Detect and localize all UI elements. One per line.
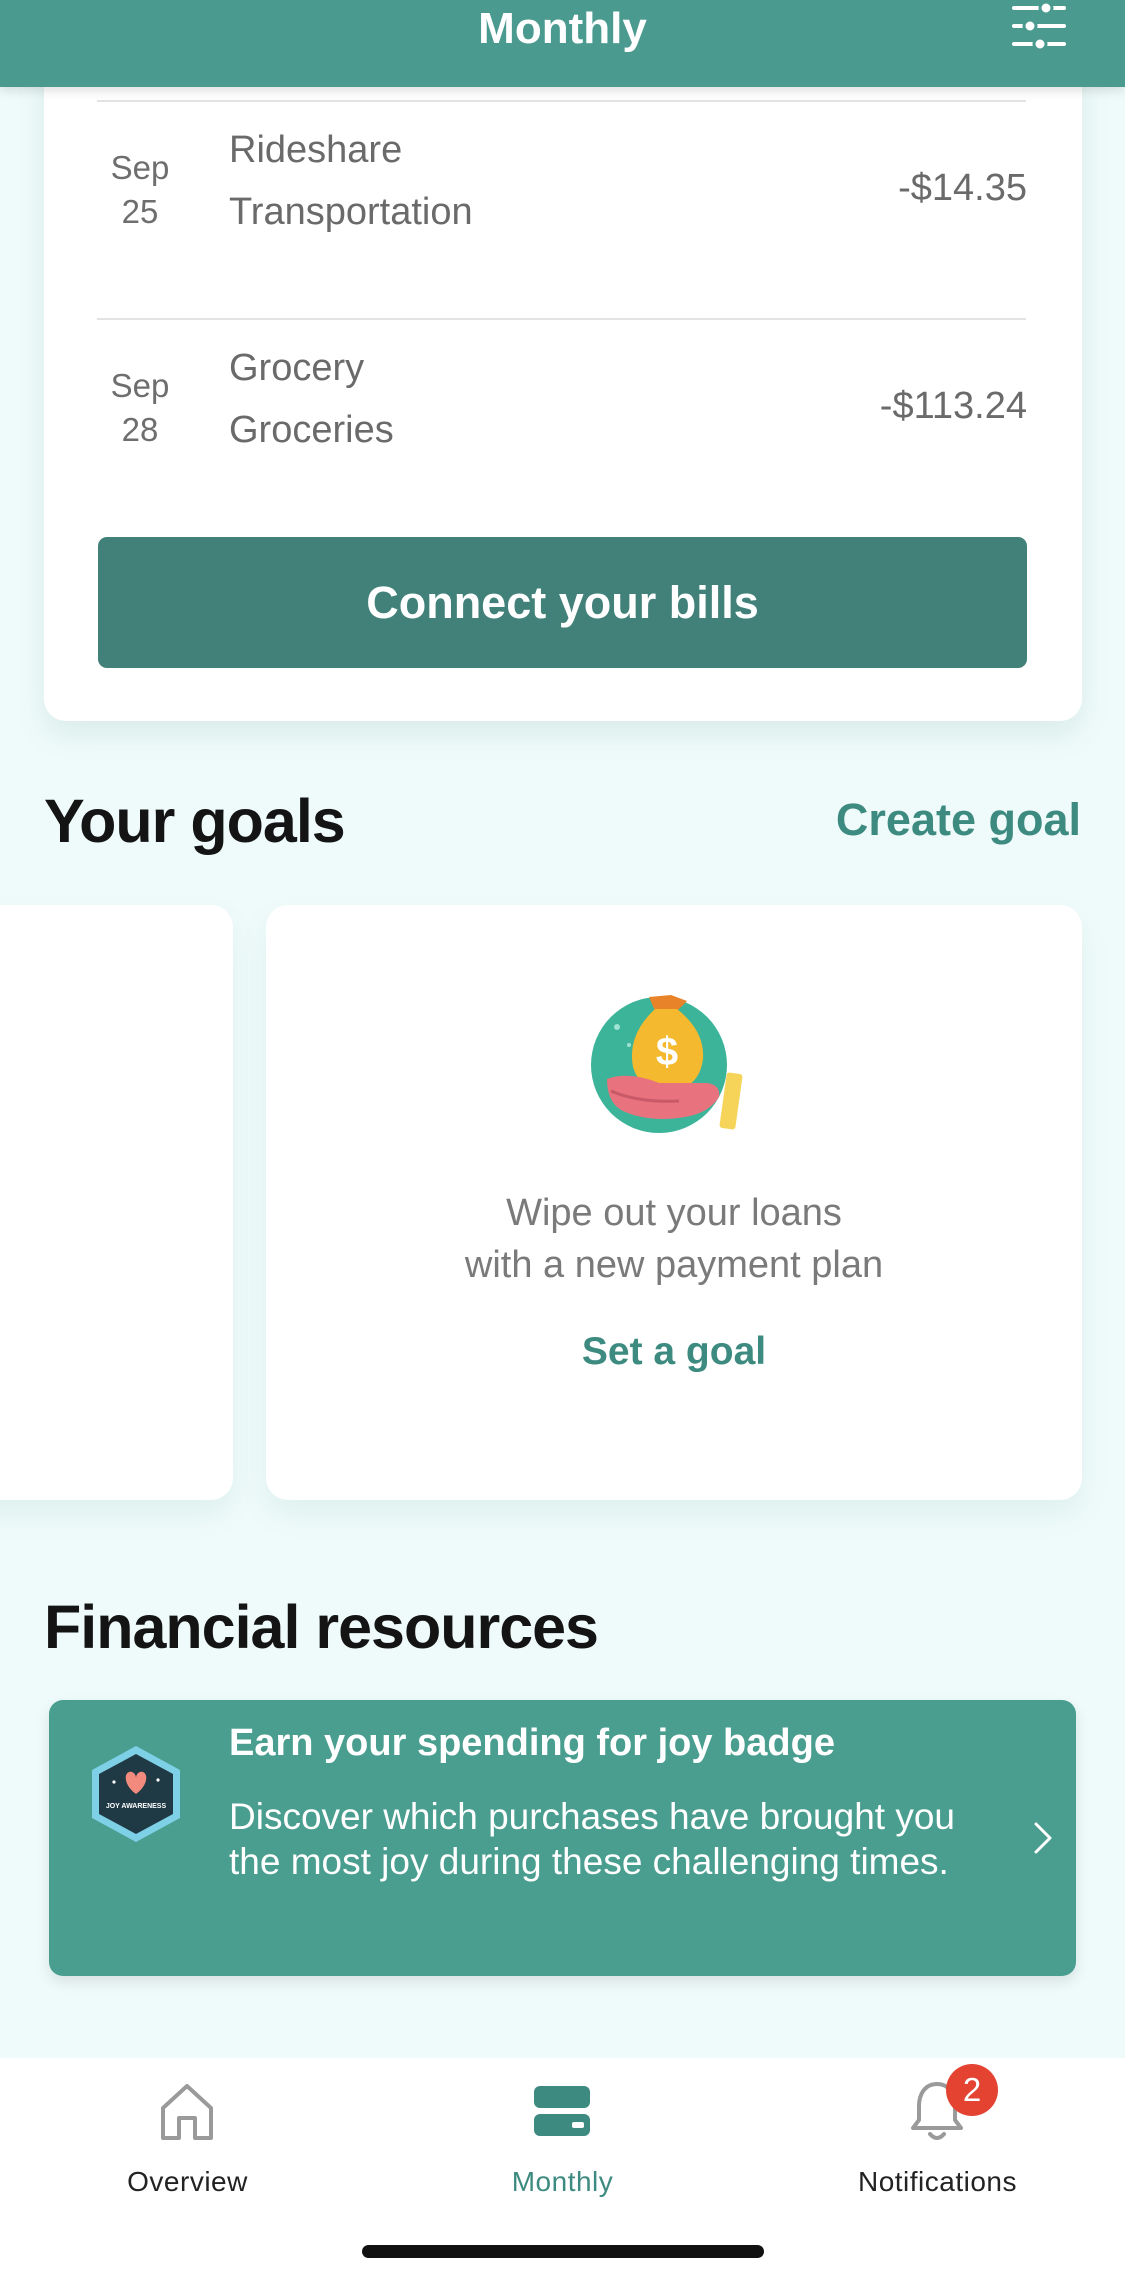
top-header: Monthly — [0, 0, 1125, 87]
goal-description-line: with a new payment plan — [464, 1244, 884, 1286]
nav-label: Overview — [127, 2166, 248, 2197]
transaction-row[interactable]: Sep 25 Rideshare Transportation -$14.35 — [44, 120, 1082, 280]
transactions-card: Sep 25 Rideshare Transportation -$14.35 … — [44, 40, 1082, 721]
transaction-category: Groceries — [229, 409, 394, 451]
svg-text:$: $ — [656, 1030, 678, 1074]
transaction-month: Sep — [110, 149, 170, 186]
transaction-category: Transportation — [229, 191, 473, 233]
joy-awareness-badge-icon: JOY AWARENESS — [92, 1746, 180, 1842]
monthly-icon — [534, 2086, 590, 2136]
set-goal-link[interactable]: Set a goal — [266, 1330, 1082, 1374]
transaction-day: 25 — [121, 193, 159, 230]
transaction-day: 28 — [121, 411, 159, 448]
nav-label: Monthly — [511, 2166, 614, 2197]
transaction-amount: -$113.24 — [879, 385, 1027, 427]
home-icon — [161, 2084, 213, 2140]
goal-description: Wipe out your loans with a new payment p… — [266, 1187, 1082, 1291]
goal-card[interactable]: $ Wipe out your loans with a new payment… — [266, 905, 1082, 1500]
nav-item-notifications[interactable]: 2 Notifications — [750, 2058, 1125, 2208]
divider — [97, 318, 1026, 320]
transaction-month: Sep — [110, 367, 170, 404]
nav-label: Notifications — [857, 2166, 1017, 2197]
goal-card-previous[interactable] — [0, 905, 233, 1500]
money-bag-hand-icon: $ — [591, 995, 743, 1133]
transaction-row[interactable]: Sep 28 Grocery Groceries -$113.24 — [44, 338, 1082, 498]
divider — [97, 100, 1026, 102]
transaction-amount: -$14.35 — [898, 167, 1027, 209]
resource-card-body: Discover which purchases have brought yo… — [229, 1796, 955, 1882]
nav-item-monthly[interactable]: Monthly — [375, 2058, 750, 2208]
home-indicator — [362, 2245, 764, 2258]
joy-badge-resource-card[interactable]: JOY AWARENESS Earn your spending for joy… — [49, 1700, 1076, 1976]
transaction-merchant: Grocery — [229, 347, 365, 389]
goals-section-title: Your goals — [44, 787, 346, 855]
page-title: Monthly — [478, 4, 647, 53]
connect-bills-button[interactable]: Connect your bills — [98, 537, 1027, 668]
goal-description-line: Wipe out your loans — [506, 1192, 842, 1234]
chevron-right-icon — [1034, 1822, 1052, 1854]
resources-section-title: Financial resources — [44, 1593, 599, 1661]
nav-item-overview[interactable]: Overview — [0, 2058, 375, 2208]
create-goal-link[interactable]: Create goal — [836, 794, 1081, 846]
resource-card-title: Earn your spending for joy badge — [229, 1722, 835, 1764]
transaction-merchant: Rideshare — [229, 129, 403, 171]
svg-text:JOY AWARENESS: JOY AWARENESS — [106, 1803, 167, 1810]
notification-count-badge: 2 — [946, 2064, 998, 2116]
filter-settings-icon[interactable] — [1010, 0, 1068, 52]
